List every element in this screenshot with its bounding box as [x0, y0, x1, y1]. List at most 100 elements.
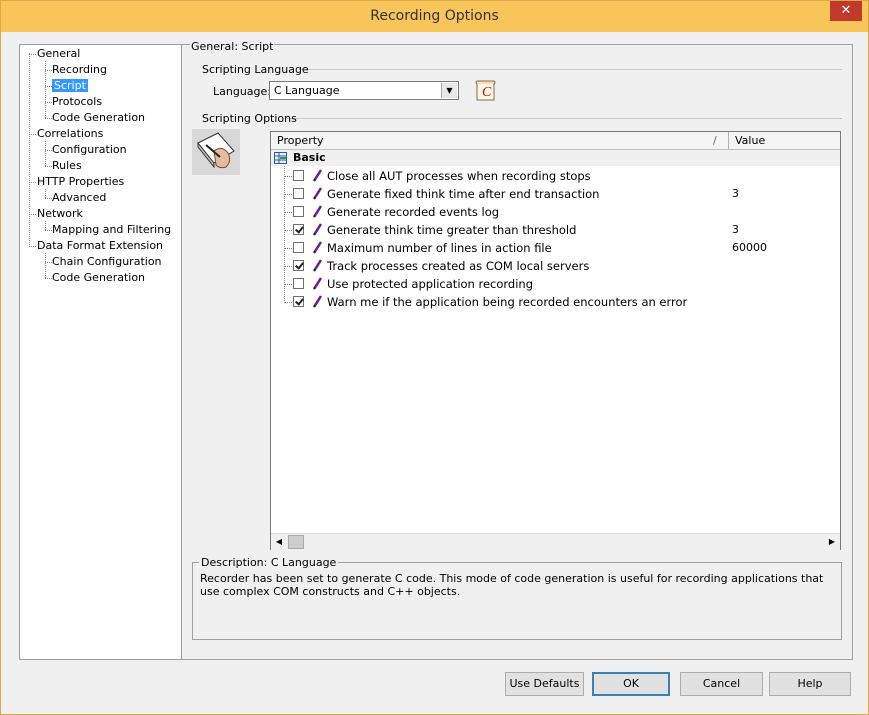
- property-checkbox[interactable]: [293, 278, 304, 289]
- property-value[interactable]: 60000: [732, 241, 767, 254]
- property-checkbox[interactable]: [293, 296, 304, 307]
- title-bar: Recording Options ✕: [1, 1, 868, 32]
- sort-indicator: /: [713, 134, 717, 147]
- tree-item-label: Correlations: [37, 127, 103, 140]
- pencil-icon: [311, 205, 323, 218]
- chevron-down-icon[interactable]: ▼: [441, 83, 457, 98]
- property-row[interactable]: Use protected application recording: [271, 275, 840, 293]
- property-row[interactable]: Warn me if the application being recorde…: [271, 293, 840, 311]
- property-label: Track processes created as COM local ser…: [327, 259, 589, 273]
- property-checkbox[interactable]: [293, 188, 304, 199]
- tree-item-label: General: [37, 47, 80, 60]
- column-separator[interactable]: [728, 132, 729, 149]
- property-label: Maximum number of lines in action file: [327, 241, 552, 255]
- cancel-button[interactable]: Cancel: [680, 672, 763, 696]
- tree-item-rules[interactable]: Rules: [52, 159, 82, 173]
- language-label: Language:: [213, 85, 271, 98]
- scripting-language-divider: [299, 69, 842, 70]
- tree-item-label: Protocols: [52, 95, 102, 108]
- tree-connector: [45, 278, 52, 279]
- property-row[interactable]: Generate think time greater than thresho…: [271, 221, 840, 239]
- property-checkbox[interactable]: [293, 206, 304, 217]
- tree-item-script[interactable]: Script: [52, 79, 88, 93]
- tree-item-advanced[interactable]: Advanced: [52, 191, 106, 205]
- property-row[interactable]: Track processes created as COM local ser…: [271, 257, 840, 275]
- c-script-icon[interactable]: C: [474, 80, 498, 102]
- tree-item-label: Chain Configuration: [52, 255, 162, 268]
- pencil-icon: [311, 277, 323, 290]
- property-label: Generate fixed think time after end tran…: [327, 187, 599, 201]
- tree-item-code-generation[interactable]: Code Generation: [52, 111, 145, 125]
- horizontal-scrollbar[interactable]: ◀ ▶: [271, 533, 840, 550]
- language-select[interactable]: C Language ▼: [269, 81, 459, 100]
- language-select-value: C Language: [274, 84, 339, 97]
- property-row[interactable]: Generate recorded events log: [271, 203, 840, 221]
- tree-item-label: Script: [52, 79, 88, 92]
- tree-connector: [45, 141, 46, 166]
- scripting-language-group-title: Scripting Language: [202, 63, 309, 76]
- tree-connector: [29, 214, 36, 215]
- window-title: Recording Options: [1, 8, 868, 24]
- tree-item-label: HTTP Properties: [37, 175, 124, 188]
- scripting-options-group-title: Scripting Options: [202, 112, 297, 125]
- tree-connector: [29, 134, 36, 135]
- property-value[interactable]: 3: [732, 187, 739, 200]
- tree-item-label: Data Format Extension: [37, 239, 163, 252]
- properties-grid[interactable]: Property / Value Basic Close all AUT pro…: [270, 131, 841, 550]
- scrollbar-thumb[interactable]: [288, 535, 304, 549]
- tree-item-correlations[interactable]: Correlations: [37, 127, 103, 141]
- ok-button[interactable]: OK: [592, 672, 670, 696]
- property-row[interactable]: Maximum number of lines in action file 60…: [271, 239, 840, 257]
- options-tree[interactable]: General Recording Script Protocols Code Gene…: [19, 44, 182, 660]
- tree-item-code-generation[interactable]: Code Generation: [52, 271, 145, 285]
- column-header-value[interactable]: Value: [735, 134, 765, 147]
- tree-connector: [45, 70, 52, 71]
- tree-item-protocols[interactable]: Protocols: [52, 95, 102, 109]
- tree-item-configuration[interactable]: Configuration: [52, 143, 127, 157]
- tree-item-label: Advanced: [52, 191, 106, 204]
- row-connector: [284, 302, 292, 303]
- group-row-basic[interactable]: Basic: [271, 150, 840, 166]
- close-button[interactable]: ✕: [830, 1, 862, 21]
- tree-item-http-properties[interactable]: HTTP Properties: [37, 175, 124, 189]
- property-row[interactable]: Close all AUT processes when recording s…: [271, 167, 840, 185]
- row-connector: [284, 248, 292, 249]
- property-checkbox[interactable]: [293, 224, 304, 235]
- tree-item-data-format-extension[interactable]: Data Format Extension: [37, 239, 163, 253]
- pencil-icon: [311, 169, 323, 182]
- row-connector: [284, 194, 292, 195]
- tree-connector: [45, 61, 46, 118]
- property-value[interactable]: 3: [732, 223, 739, 236]
- scroll-right-icon[interactable]: ▶: [824, 534, 840, 550]
- tree-connector: [45, 189, 46, 198]
- tree-item-recording[interactable]: Recording: [52, 63, 107, 77]
- property-checkbox[interactable]: [293, 242, 304, 253]
- row-connector: [284, 266, 292, 267]
- property-checkbox[interactable]: [293, 170, 304, 181]
- tree-item-general[interactable]: General: [37, 47, 80, 61]
- table-icon: [274, 152, 287, 164]
- property-label: Use protected application recording: [327, 277, 533, 291]
- tree-item-chain-configuration[interactable]: Chain Configuration: [52, 255, 162, 269]
- tree-item-mapping-and-filtering[interactable]: Mapping and Filtering: [52, 223, 171, 237]
- column-header-property[interactable]: Property: [277, 134, 324, 147]
- description-title: Description: C Language: [199, 556, 338, 569]
- scroll-left-icon[interactable]: ◀: [271, 534, 287, 550]
- tree-connector: [45, 86, 52, 87]
- use-defaults-button[interactable]: Use Defaults: [505, 672, 584, 696]
- property-checkbox[interactable]: [293, 260, 304, 271]
- property-row[interactable]: Generate fixed think time after end tran…: [271, 185, 840, 203]
- pencil-icon: [311, 223, 323, 236]
- tree-connector: [29, 53, 30, 245]
- row-connector: [284, 212, 292, 213]
- row-connector: [284, 176, 292, 177]
- tree-item-network[interactable]: Network: [37, 207, 83, 221]
- pencil-icon: [311, 259, 323, 272]
- tree-item-label: Code Generation: [52, 271, 145, 284]
- section-title: General: Script: [190, 40, 274, 53]
- tree-connector: [45, 166, 52, 167]
- tree-connector: [45, 230, 52, 231]
- tree-connector: [29, 54, 36, 55]
- row-connector: [284, 284, 292, 285]
- help-button[interactable]: Help: [769, 672, 851, 696]
